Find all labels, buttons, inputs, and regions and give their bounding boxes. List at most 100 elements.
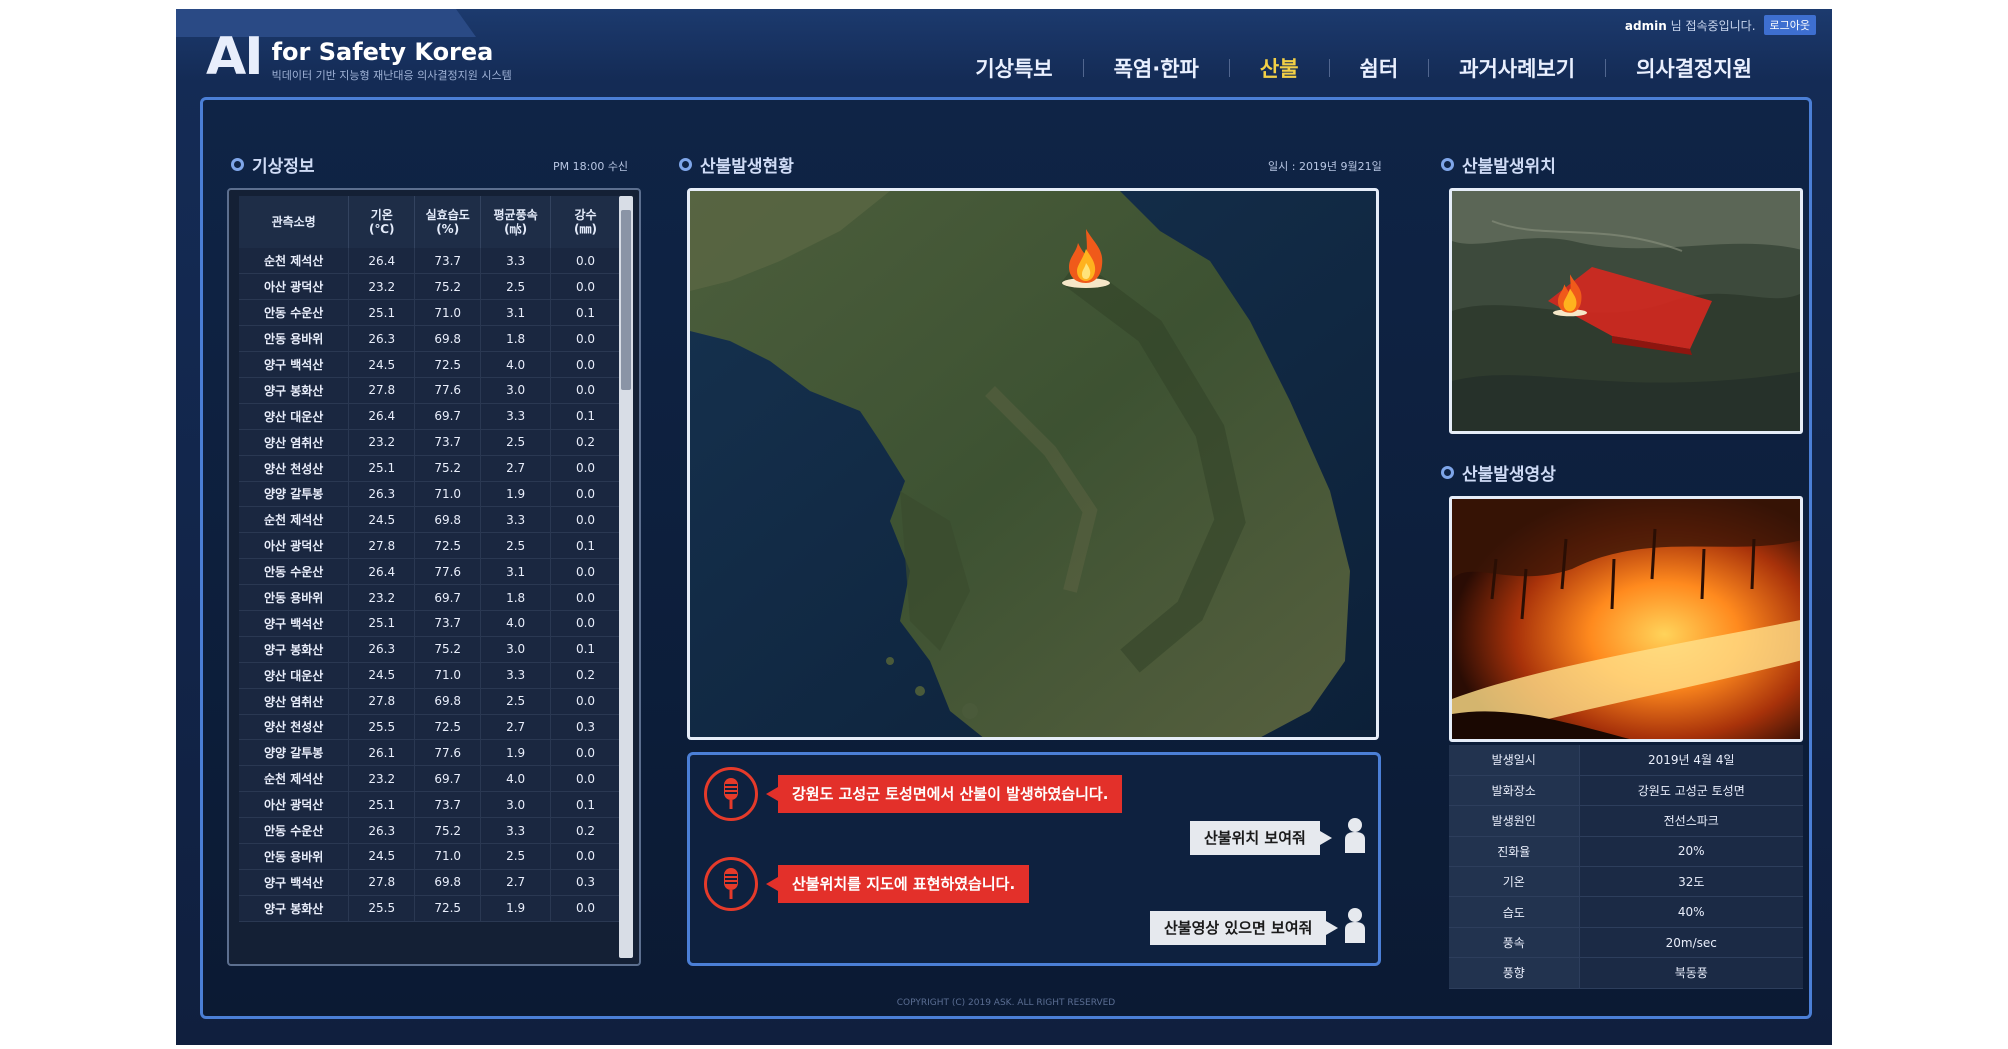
- logout-button[interactable]: 로그아웃: [1763, 15, 1816, 35]
- user-avatar-icon: [1344, 907, 1366, 943]
- weather-table-row[interactable]: 안동 수운산 25.1 71.0 3.1 0.1: [239, 299, 621, 327]
- weather-table-row[interactable]: 양산 염취산 23.2 73.7 2.5 0.2: [239, 429, 621, 456]
- weather-table-cell: 72.5: [414, 351, 482, 378]
- weather-table-cell: 3.0: [480, 791, 552, 819]
- weather-table-cell: 2.5: [480, 843, 552, 870]
- weather-table-row[interactable]: 아산 광덕산 23.2 75.2 2.5 0.0: [239, 273, 621, 301]
- ai-microphone-icon: [704, 767, 758, 821]
- weather-table-row[interactable]: 양구 봉화산 27.8 77.6 3.0 0.0: [239, 377, 621, 404]
- weather-table-cell: 75.2: [414, 455, 482, 482]
- weather-table-cell: 양양 갈투봉: [239, 481, 350, 508]
- weather-table-cell: 양산 천성산: [239, 455, 350, 482]
- fire-info-value: 북동풍: [1579, 957, 1803, 989]
- weather-table-row[interactable]: 양산 천성산 25.5 72.5 2.7 0.3: [239, 714, 621, 741]
- weather-table-row[interactable]: 양양 갈투봉 26.1 77.6 1.9 0.0: [239, 739, 621, 767]
- weather-table-panel[interactable]: 관측소명 기온 (℃) 실효습도 (%) 평균풍속 (㎧) 강수 (㎜) 순천 제석산 2…: [227, 188, 641, 966]
- weather-table-cell: 24.5: [348, 506, 416, 534]
- weather-table-cell: 3.1: [480, 299, 552, 327]
- weather-table-cell: 3.3: [480, 403, 552, 430]
- section-bullet-icon: [679, 158, 692, 171]
- chatbot-panel: 강원도 고성군 토성면에서 산불이 발생하였습니다. 산불위치 보여줘 산불위치…: [687, 752, 1381, 966]
- weather-table-cell: 0.1: [550, 532, 621, 560]
- fire-info-value: 2019년 4월 4일: [1579, 745, 1803, 776]
- weather-table-cell: 4.0: [480, 351, 552, 378]
- logo[interactable]: AI for Safety Korea 빅데이터 기반 지능형 재난대응 의사결…: [206, 29, 512, 85]
- weather-table-row[interactable]: 양산 대운산 26.4 69.7 3.3 0.1: [239, 403, 621, 430]
- ai-message: 산불위치를 지도에 표현하였습니다.: [765, 865, 1030, 903]
- weather-table-row[interactable]: 양구 백석산 25.1 73.7 4.0 0.0: [239, 610, 621, 637]
- weather-table-row[interactable]: 순천 제석산 26.4 73.7 3.3 0.0: [239, 248, 621, 275]
- weather-table-row[interactable]: 양구 백석산 24.5 72.5 4.0 0.0: [239, 351, 621, 378]
- nav-item-past-cases[interactable]: 과거사례보기: [1429, 53, 1605, 83]
- nav-item-wildfire[interactable]: 산불: [1230, 53, 1329, 83]
- weather-table-cell: 양산 대운산: [239, 662, 350, 689]
- nav-item-decision-support[interactable]: 의사결정지원: [1606, 53, 1782, 83]
- weather-table-row[interactable]: 아산 광덕산 25.1 73.7 3.0 0.1: [239, 791, 621, 819]
- weather-table-row[interactable]: 안동 용바위 23.2 69.7 1.8 0.0: [239, 584, 621, 611]
- terrain-3d-image: [1452, 191, 1800, 431]
- weather-table-row[interactable]: 양양 갈투봉 26.3 71.0 1.9 0.0: [239, 481, 621, 508]
- weather-table-row[interactable]: 안동 수운산 26.3 75.2 3.3 0.2: [239, 817, 621, 844]
- weather-table-cell: 0.0: [550, 895, 621, 922]
- weather-table-cell: 25.1: [348, 610, 416, 637]
- fire-info-value: 전선스파크: [1579, 805, 1803, 837]
- weather-table-cell: 0.1: [550, 403, 621, 430]
- weather-table-cell: 77.6: [414, 739, 482, 767]
- weather-table-cell: 0.1: [550, 299, 621, 327]
- weather-table-cell: 2.5: [480, 688, 552, 715]
- fire-info-key: 습도: [1449, 896, 1580, 928]
- satellite-map[interactable]: [687, 188, 1379, 740]
- weather-table-cell: 양구 백석산: [239, 610, 350, 637]
- weather-table-cell: 4.0: [480, 610, 552, 637]
- weather-table-row[interactable]: 양산 대운산 24.5 71.0 3.3 0.2: [239, 662, 621, 689]
- weather-table-cell: 안동 수운산: [239, 817, 350, 844]
- location-section-title: 산불발생위치: [1441, 152, 1556, 177]
- fire-info-row: 발화장소 강원도 고성군 토성면: [1449, 775, 1803, 807]
- weather-table-row[interactable]: 안동 용바위 24.5 71.0 2.5 0.0: [239, 843, 621, 870]
- weather-table-cell: 71.0: [414, 843, 482, 870]
- fire-location-view[interactable]: [1449, 188, 1803, 434]
- weather-table-cell: 73.7: [414, 248, 482, 275]
- weather-table-cell: 69.8: [414, 506, 482, 534]
- weather-table-cell: 안동 수운산: [239, 299, 350, 327]
- weather-table-row[interactable]: 순천 제석산 23.2 69.7 4.0 0.0: [239, 765, 621, 793]
- weather-table-cell: 3.1: [480, 558, 552, 586]
- weather-table-cell: 안동 용바위: [239, 325, 350, 353]
- nav-item-weather-alert[interactable]: 기상특보: [945, 53, 1082, 83]
- nav-item-heat-cold[interactable]: 폭염·한파: [1084, 53, 1229, 83]
- weather-table-cell: 순천 제석산: [239, 506, 350, 534]
- weather-title: 기상정보: [252, 157, 315, 177]
- weather-table-row[interactable]: 양구 봉화산 26.3 75.2 3.0 0.1: [239, 636, 621, 663]
- weather-table-cell: 24.5: [348, 843, 416, 870]
- weather-table-row[interactable]: 아산 광덕산 27.8 72.5 2.5 0.1: [239, 532, 621, 560]
- fire-info-table: 발생일시 2019년 4월 4일 발화장소 강원도 고성군 토성면 발생원인 전선스파크 진…: [1449, 745, 1803, 989]
- scrollbar-thumb[interactable]: [621, 210, 631, 390]
- weather-table-row[interactable]: 순천 제석산 24.5 69.8 3.3 0.0: [239, 506, 621, 534]
- weather-table-cell: 69.7: [414, 584, 482, 611]
- fire-marker-icon[interactable]: [1550, 273, 1590, 321]
- weather-table-cell: 23.2: [348, 429, 416, 456]
- fire-video-player[interactable]: [1449, 496, 1803, 742]
- weather-table-row[interactable]: 양산 천성산 25.1 75.2 2.7 0.0: [239, 455, 621, 482]
- fire-marker-icon[interactable]: [1058, 227, 1114, 293]
- weather-table-row[interactable]: 양구 백석산 27.8 69.8 2.7 0.3: [239, 869, 621, 896]
- weather-table-cell: 안동 용바위: [239, 843, 350, 870]
- weather-table-cell: 0.0: [550, 455, 621, 482]
- weather-table-cell: 69.8: [414, 869, 482, 896]
- weather-table-cell: 69.7: [414, 403, 482, 430]
- app-window: admin 님 접속중입니다. 로그아웃 AI for Safety Korea…: [176, 9, 1832, 1045]
- weather-table-row[interactable]: 안동 수운산 26.4 77.6 3.1 0.0: [239, 558, 621, 586]
- weather-scrollbar[interactable]: [619, 196, 633, 958]
- weather-table-cell: 안동 수운산: [239, 558, 350, 586]
- weather-table-row[interactable]: 양구 봉화산 25.5 72.5 1.9 0.0: [239, 895, 621, 922]
- weather-table-cell: 0.0: [550, 739, 621, 767]
- weather-table-row[interactable]: 양산 염취산 27.8 69.8 2.5 0.0: [239, 688, 621, 715]
- fire-info-value: 40%: [1579, 896, 1803, 928]
- nav-item-shelter[interactable]: 쉼터: [1330, 53, 1429, 83]
- weather-table-cell: 4.0: [480, 765, 552, 793]
- user-bar: admin 님 접속중입니다. 로그아웃: [1625, 15, 1816, 35]
- weather-table-cell: 71.0: [414, 481, 482, 508]
- col-station: 관측소명: [239, 196, 350, 248]
- weather-table-cell: 0.0: [550, 584, 621, 611]
- weather-table-row[interactable]: 안동 용바위 26.3 69.8 1.8 0.0: [239, 325, 621, 353]
